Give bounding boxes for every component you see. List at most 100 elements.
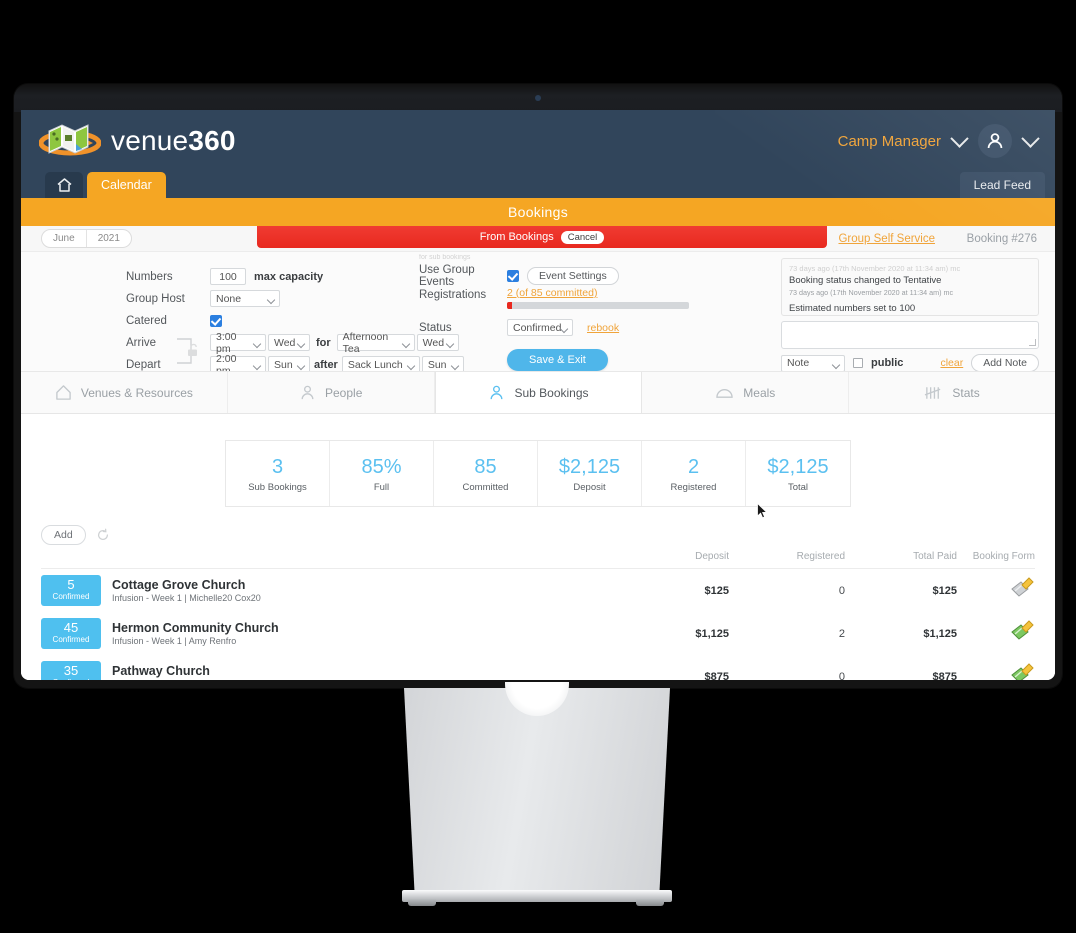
row-name[interactable]: Pathway Church xyxy=(112,664,240,678)
table-body: 5 Confirmed Cottage Grove Church Infusio… xyxy=(41,569,1035,680)
table-row[interactable]: 35 Confirmed Pathway Church Infusion - W… xyxy=(41,655,1035,680)
date-selector[interactable]: June 2021 xyxy=(41,229,132,248)
registrations-progress-fill xyxy=(507,302,512,309)
tab-calendar[interactable]: Calendar xyxy=(87,172,166,198)
event-settings-button[interactable]: Event Settings xyxy=(527,266,619,285)
table-row[interactable]: 45 Confirmed Hermon Community Church Inf… xyxy=(41,612,1035,655)
arrive-time-select[interactable]: 3:00 pm xyxy=(210,331,266,355)
stat-value: 85 xyxy=(474,456,497,478)
account-label[interactable]: Camp Manager xyxy=(838,133,941,150)
table-row[interactable]: 5 Confirmed Cottage Grove Church Infusio… xyxy=(41,569,1035,613)
cell-total-paid: $1,125 xyxy=(923,627,957,640)
tab-sub-bookings[interactable]: Sub Bookings xyxy=(434,372,643,413)
note-type-select[interactable]: Note xyxy=(781,354,845,371)
col-booking-form[interactable]: Booking Form xyxy=(957,551,1035,569)
cell-deposit: $1,125 xyxy=(695,627,729,640)
use-group-events-label: Use Group Events xyxy=(419,263,475,288)
avatar[interactable] xyxy=(978,124,1012,158)
monitor-stand-base xyxy=(402,890,672,902)
registrations-link[interactable]: 2 (of 85 committed) xyxy=(507,287,689,299)
cancel-button[interactable]: Cancel xyxy=(560,230,605,244)
monitor-stand-foot-left xyxy=(408,899,436,906)
cell-booking-form[interactable] xyxy=(957,612,1035,655)
date-month[interactable]: June xyxy=(42,230,86,247)
page-title: Bookings xyxy=(508,204,568,220)
col-deposit[interactable]: Deposit xyxy=(617,551,729,569)
add-button[interactable]: Add xyxy=(41,525,86,545)
cell-total-paid: $125 xyxy=(932,584,957,597)
unlock-link-icon[interactable] xyxy=(175,334,201,368)
chevron-down-icon[interactable] xyxy=(950,128,969,148)
brand-name-thin: venue xyxy=(111,125,189,156)
note-textarea[interactable] xyxy=(781,321,1039,349)
arrive-day-select[interactable]: Wed xyxy=(268,334,310,351)
note-public-checkbox[interactable] xyxy=(853,358,863,368)
person-icon xyxy=(299,384,316,401)
brand-logo[interactable]: venue360 xyxy=(21,121,236,161)
tent-icon xyxy=(55,384,72,401)
clipboard-pencil-icon[interactable] xyxy=(1009,620,1035,647)
cell-registered: 0 xyxy=(838,670,845,681)
avatar-chevron-down-icon[interactable] xyxy=(1021,128,1040,148)
cell-booking-form[interactable] xyxy=(957,569,1035,613)
note-entry-meta: 73 days ago (17th November 2020 at 11:34… xyxy=(789,315,1031,316)
page-title-banner: Bookings xyxy=(21,198,1055,226)
monitor-stand-foot-right xyxy=(636,899,664,906)
row-name[interactable]: Cottage Grove Church xyxy=(112,578,261,592)
stat-value: 85% xyxy=(361,456,402,478)
tab-stats[interactable]: Stats xyxy=(849,372,1055,413)
clipboard-pencil-icon[interactable] xyxy=(1009,577,1035,604)
row-name[interactable]: Hermon Community Church xyxy=(112,621,279,635)
date-year[interactable]: 2021 xyxy=(85,230,131,247)
refresh-icon[interactable] xyxy=(96,528,110,542)
rebook-link[interactable]: rebook xyxy=(587,322,619,334)
catered-checkbox[interactable] xyxy=(210,314,222,327)
save-and-exit-button[interactable]: Save & Exit xyxy=(507,349,608,371)
group-host-select[interactable]: None xyxy=(210,290,280,307)
monitor-bezel xyxy=(14,84,1062,112)
numbers-input[interactable]: 100 xyxy=(210,268,246,285)
max-capacity-label: max capacity xyxy=(254,270,324,283)
tab-calendar-label: Calendar xyxy=(101,178,152,192)
booking-number: Booking #276 xyxy=(966,232,1037,245)
note-entry-meta: 73 days ago (17th November 2020 at 11:34… xyxy=(789,288,954,297)
stat-label: Full xyxy=(373,482,390,493)
tab-home[interactable] xyxy=(45,172,83,198)
col-total-paid[interactable]: Total Paid xyxy=(845,551,957,569)
map-brochure-icon xyxy=(38,121,102,161)
tab-people[interactable]: People xyxy=(228,372,435,413)
header-right: Camp Manager xyxy=(838,110,1040,172)
cell-total-paid: $875 xyxy=(932,670,957,681)
col-registered[interactable]: Registered xyxy=(729,551,845,569)
badge-count: 35 xyxy=(63,663,79,678)
tab-venues-and-resources[interactable]: Venues & Resources xyxy=(21,372,228,413)
cell-booking-form[interactable] xyxy=(957,655,1035,680)
status-label: Status xyxy=(419,321,452,334)
registrations-progress xyxy=(507,302,689,309)
status-select[interactable]: Confirmed xyxy=(507,319,573,336)
app-header: venue360 Camp Manager xyxy=(21,110,1055,172)
note-clear-link[interactable]: clear xyxy=(940,357,963,369)
depart-time-select[interactable]: 2:00 pm xyxy=(210,353,266,371)
badge-status: Confirmed xyxy=(41,678,101,680)
clipboard-pencil-icon[interactable] xyxy=(1009,663,1035,680)
depart-meal-select[interactable]: Sack Lunch xyxy=(341,356,420,371)
lead-feed-button[interactable]: Lead Feed xyxy=(959,172,1045,198)
tab-meals[interactable]: Meals xyxy=(642,372,850,413)
note-entry: Booking status changed to Tentative 73 d… xyxy=(789,274,1031,298)
form-middle-column: for sub bookings Use Group Events Event … xyxy=(419,254,689,371)
table-header-row: Deposit Registered Total Paid Booking Fo… xyxy=(41,551,1035,569)
group-self-service-link[interactable]: Group Self Service xyxy=(838,233,935,245)
mouse-pointer-icon xyxy=(757,502,768,519)
arrive-meal-select[interactable]: Afternoon Tea xyxy=(336,331,415,355)
depart-day-select[interactable]: Sun xyxy=(268,356,310,371)
for-label: for xyxy=(316,336,331,349)
stat-card-sub-bookings: 3 Sub Bookings xyxy=(226,441,330,506)
row-identity-cell: 35 Confirmed Pathway Church Infusion - W… xyxy=(41,655,617,680)
add-note-button[interactable]: Add Note xyxy=(971,354,1039,371)
brand-name: venue360 xyxy=(111,125,236,157)
use-group-events-checkbox[interactable] xyxy=(507,269,519,282)
from-bookings-label: From Bookings xyxy=(479,231,554,243)
badge-count: 45 xyxy=(63,620,79,635)
row-subtitle: Infusion - Week 1 | Kodie Knight xyxy=(112,679,240,680)
